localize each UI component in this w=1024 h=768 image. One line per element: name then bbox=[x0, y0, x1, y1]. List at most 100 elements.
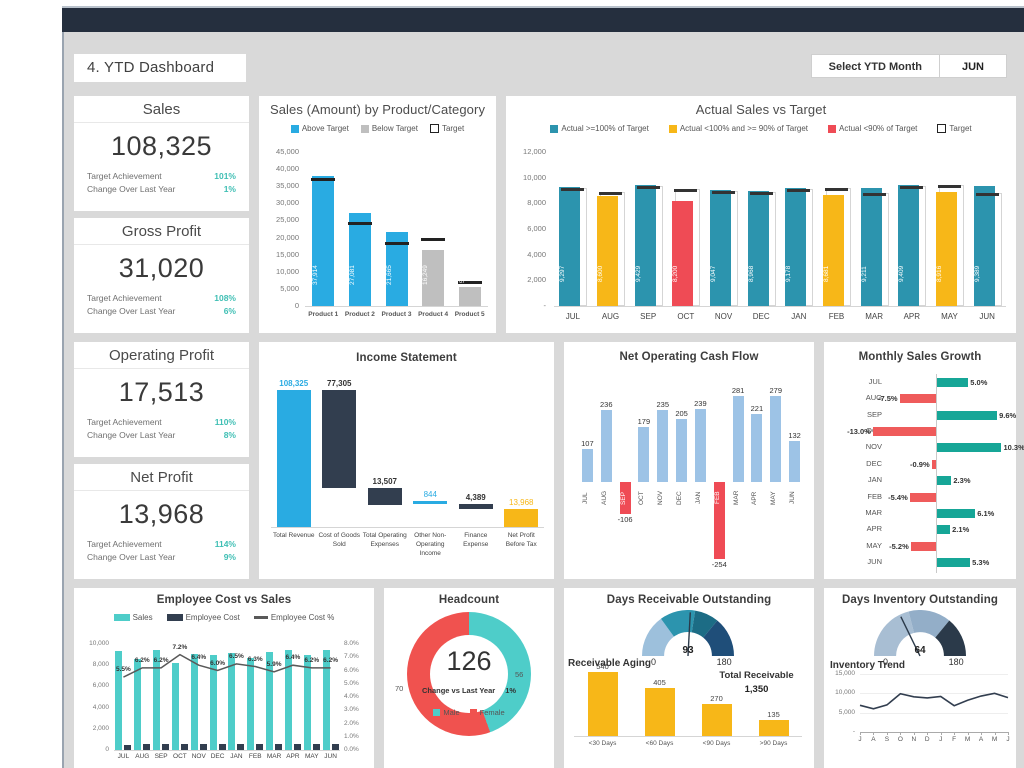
y-axis-tick-right: 5.0% bbox=[344, 679, 359, 687]
page-title: 4. YTD Dashboard bbox=[74, 54, 246, 82]
y-axis-tick-left: 2,000 bbox=[92, 724, 109, 732]
kpi-target-row: Target Achievement 108% bbox=[74, 291, 249, 304]
ytd-month-control: Select YTD Month JUN bbox=[810, 54, 1007, 78]
legend-target-icon bbox=[937, 124, 947, 133]
bar bbox=[937, 410, 998, 420]
y-axis-tick: 40,000 bbox=[276, 164, 299, 174]
plot-area: 107 JUL 236 AUG -106 SEP 179 OCT 235 NOV 205 DEC 239… bbox=[564, 368, 814, 579]
chart-title: Days Inventory Outstanding bbox=[842, 594, 998, 606]
x-axis bbox=[554, 306, 1006, 307]
bar bbox=[458, 503, 493, 510]
bar bbox=[789, 441, 801, 482]
bar bbox=[937, 558, 971, 568]
y-axis-category: JUN bbox=[867, 557, 882, 567]
x-axis-tick bbox=[873, 732, 875, 735]
total-receivable-label: Total Receivable bbox=[719, 670, 794, 681]
kpi-value: 108,325 bbox=[110, 131, 213, 161]
y-axis-tick-left: 6,000 bbox=[92, 682, 109, 690]
y-axis-tick: 15,000 bbox=[276, 249, 299, 259]
kpi-card-net-profit: Net Profit 13,968 Target Achievement 114… bbox=[74, 464, 249, 579]
bar-value-label: 270 bbox=[710, 694, 723, 704]
bar bbox=[758, 720, 789, 736]
chart-legend: Above Target Below Target Target bbox=[259, 120, 496, 135]
legend-label: Below Target bbox=[371, 124, 418, 133]
x-axis-category: A bbox=[871, 736, 876, 743]
x-axis-tick bbox=[967, 732, 969, 735]
bar bbox=[600, 409, 612, 482]
x-axis-category: JAN bbox=[694, 491, 702, 504]
legend-item-target: Target bbox=[937, 124, 972, 133]
kpi-target-value: 110% bbox=[214, 416, 236, 427]
x-axis-category: FEB bbox=[713, 491, 721, 504]
kpi-target-row: Target Achievement 101% bbox=[74, 169, 249, 182]
dashboard-page: 4. YTD Dashboard Select YTD Month JUN Sa… bbox=[62, 32, 1024, 768]
bar bbox=[937, 377, 969, 387]
y-axis-tick-left: 0 bbox=[105, 746, 109, 753]
bar-employee-cost bbox=[293, 743, 301, 750]
legend-swatch-icon bbox=[360, 124, 369, 133]
legend-swatch-icon bbox=[828, 124, 837, 133]
bar-value-label: -0.9% bbox=[910, 459, 930, 469]
legend-item-below-target: Below Target bbox=[360, 124, 418, 133]
plot-area: 93 0 180 Receivable Aging Total Receivable 1,… bbox=[564, 608, 814, 768]
x-axis-tick bbox=[940, 732, 942, 735]
y-axis-tick-right: 3.0% bbox=[344, 706, 359, 714]
selected-month-value[interactable]: JUN bbox=[939, 54, 1007, 78]
bar-value-label: 8,600 bbox=[597, 265, 604, 283]
bar-value-label: 9,429 bbox=[634, 265, 642, 283]
bar-value-label: 8,968 bbox=[747, 265, 755, 283]
x-axis-category: SEP bbox=[640, 312, 657, 321]
y-axis-tick-right: 7.0% bbox=[344, 653, 359, 661]
x-axis-category: DEC bbox=[752, 312, 770, 321]
chart-panel-headcount: Headcount 126 56 70 Change vs Last Year 1% Ma… bbox=[384, 588, 554, 768]
chart-panel-days-inventory-outstanding: Days Inventory Outstanding 64 0 180 Invento… bbox=[824, 588, 1016, 768]
select-ytd-month-button[interactable]: Select YTD Month bbox=[810, 54, 940, 78]
plot-area: 126 56 70 Change vs Last Year 1% Male Female bbox=[384, 608, 554, 768]
y-axis-category: APR bbox=[866, 524, 882, 534]
kpi-target-value: 108% bbox=[214, 292, 236, 303]
y-axis-tick-right: 0.0% bbox=[344, 746, 359, 753]
kpi-change-row: Change Over Last Year 9% bbox=[74, 550, 249, 563]
legend-label: Actual >=100% of Target bbox=[561, 124, 649, 133]
bar-value-label: 205 bbox=[675, 408, 688, 418]
bar bbox=[872, 426, 936, 436]
y-axis-tick: 8,000 bbox=[527, 198, 546, 208]
chart-panel-days-receivable-outstanding: Days Receivable Outstanding 93 0 180 Receiv… bbox=[564, 588, 814, 768]
bar-value-label: 8,200 bbox=[672, 265, 680, 283]
chart-panel-monthly-sales-growth: Monthly Sales Growth JUL 5.0% AUG -7.5% SEP 9… bbox=[824, 342, 1024, 579]
y-axis-tick-right: 4.0% bbox=[344, 693, 359, 700]
bar bbox=[937, 525, 951, 535]
target-marker bbox=[975, 192, 999, 196]
bar bbox=[676, 418, 688, 482]
x-axis-category: APR bbox=[903, 312, 921, 321]
bar bbox=[931, 459, 936, 469]
bar-value-label: 8,681 bbox=[823, 265, 830, 283]
y-axis-tick: 35,000 bbox=[276, 181, 299, 191]
x-axis-category: JUN bbox=[979, 312, 995, 321]
legend-label: Target bbox=[441, 124, 465, 133]
line-value-label: 7.2% bbox=[172, 643, 188, 651]
bar bbox=[504, 509, 539, 527]
y-axis-category: NOV bbox=[865, 442, 882, 452]
x-axis-category: Finance Expense bbox=[463, 532, 489, 548]
bar-value-label: 2.1% bbox=[952, 525, 970, 535]
bar-sales bbox=[134, 658, 142, 750]
x-axis-category: <30 Days bbox=[588, 740, 617, 747]
bar-employee-cost bbox=[256, 744, 264, 750]
bar-value-label: -7.5% bbox=[877, 394, 898, 404]
x-axis-category: J bbox=[1006, 736, 1010, 743]
legend-item-male: Male bbox=[433, 708, 460, 717]
bar-employee-cost bbox=[162, 743, 170, 750]
chart-panel-actual-sales-vs-target: Actual Sales vs Target Actual >=100% of … bbox=[506, 96, 1016, 333]
x-axis-category: FEB bbox=[828, 312, 845, 321]
kpi-change-label: Change Over Last Year bbox=[87, 183, 176, 194]
x-axis-category: JUN bbox=[789, 491, 797, 504]
x-axis-category: MAR bbox=[266, 753, 282, 760]
kpi-target-label: Target Achievement bbox=[87, 538, 162, 549]
kpi-change-row: Change Over Last Year 8% bbox=[74, 428, 249, 441]
x-axis-category: NOV bbox=[191, 753, 206, 760]
bar-value-label: 27,081 bbox=[348, 265, 356, 285]
x-axis-category: AUG bbox=[600, 490, 608, 505]
kpi-target-label: Target Achievement bbox=[87, 170, 162, 181]
legend-label: Male bbox=[443, 708, 460, 717]
